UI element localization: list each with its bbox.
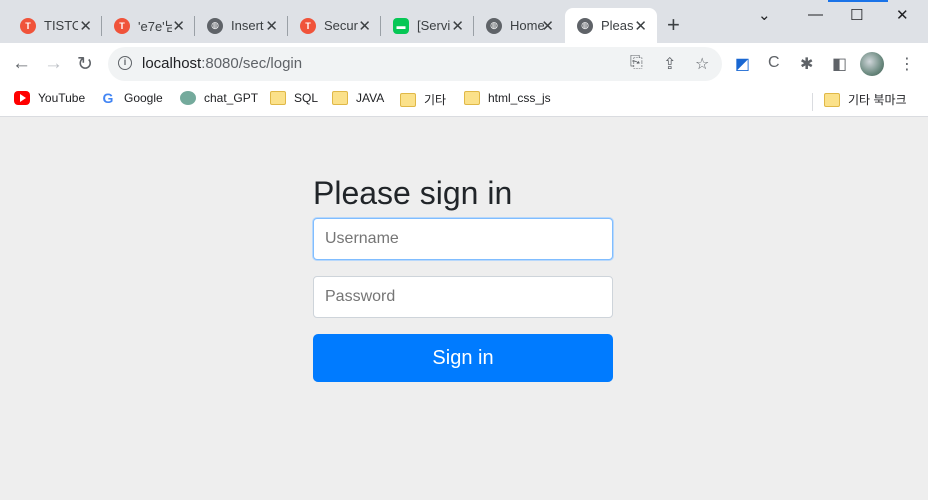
tab-2[interactable]: ◍ Insert ✕ — [195, 8, 288, 43]
tab-title: Insert — [231, 18, 264, 33]
bookmark-label: YouTube — [38, 91, 86, 105]
tab-title: Home — [510, 18, 544, 33]
bookmark-google[interactable]: G Google — [100, 91, 163, 105]
bookmark-label: chat_GPT — [204, 91, 259, 105]
tab-5[interactable]: ◍ Home ✕ — [474, 8, 564, 43]
page-content: Please sign in Sign in — [0, 118, 928, 500]
line-icon: ▬ — [393, 17, 409, 34]
tab-title: Securi — [324, 18, 358, 33]
star-icon[interactable]: ☆ — [695, 54, 709, 74]
close-icon[interactable]: ✕ — [541, 17, 554, 35]
tab-6-active[interactable]: ◍ Pleas ✕ — [565, 8, 657, 43]
tab-4[interactable]: ▬ [Servi ✕ — [381, 8, 474, 43]
youtube-icon — [14, 91, 30, 105]
globe-icon: ◍ — [486, 17, 502, 34]
close-icon[interactable]: ✕ — [265, 17, 278, 35]
tistory-icon: T — [300, 17, 316, 34]
globe-icon: ◍ — [207, 17, 223, 34]
folder-icon — [270, 91, 286, 105]
browser-toolbar: ← → ↻ i localhost:8080/sec/login ⎘ ⇪ ☆ ◩… — [0, 43, 928, 85]
menu-icon[interactable]: ⋮ — [899, 54, 915, 74]
tistory-icon: T — [114, 17, 130, 34]
extension-icon[interactable]: C — [768, 54, 780, 72]
bookmark-label: JAVA — [356, 91, 385, 105]
minimize-button[interactable]: — — [808, 6, 823, 23]
globe-icon: ◍ — [577, 17, 593, 34]
password-input[interactable] — [313, 276, 613, 318]
back-icon[interactable]: ← — [12, 53, 31, 75]
bookmark-sql[interactable]: SQL — [270, 91, 318, 105]
chevron-down-icon[interactable]: ⌄ — [758, 6, 771, 24]
window-close-button[interactable]: ✕ — [896, 6, 909, 24]
chatgpt-icon — [180, 91, 196, 105]
share-icon[interactable]: ⇪ — [663, 54, 676, 74]
bookmark-label: SQL — [294, 91, 319, 105]
site-info-icon[interactable]: i — [118, 56, 132, 70]
accent-line — [828, 0, 888, 2]
bookmark-label: html_css_js — [488, 91, 551, 105]
tab-0[interactable]: T TISTORY ✕ — [8, 8, 102, 43]
folder-icon — [464, 91, 480, 105]
bookmark-divider — [812, 93, 813, 111]
close-icon[interactable]: ✕ — [634, 17, 647, 35]
tab-3[interactable]: T Securi ✕ — [288, 8, 381, 43]
bookmark-youtube[interactable]: YouTube — [14, 91, 85, 105]
url-host: localhost — [142, 55, 202, 72]
puzzle-icon[interactable]: ✱ — [800, 54, 813, 74]
close-icon[interactable]: ✕ — [451, 17, 464, 35]
folder-icon — [824, 92, 840, 107]
bookmark-chatgpt[interactable]: chat_GPT — [180, 91, 258, 105]
close-icon[interactable]: ✕ — [172, 17, 185, 35]
bookmark-java[interactable]: JAVA — [332, 91, 384, 105]
sign-in-button[interactable]: Sign in — [313, 334, 613, 382]
bookmark-label: 기타 북마크 — [848, 93, 907, 107]
bookmark-label: Google — [124, 91, 163, 105]
tistory-icon: T — [20, 17, 36, 34]
side-panel-icon[interactable]: ◧ — [832, 54, 847, 74]
folder-icon — [400, 92, 416, 107]
tab-title: Pleas — [601, 18, 634, 33]
reload-icon[interactable]: ↻ — [77, 53, 93, 76]
close-icon[interactable]: ✕ — [358, 17, 371, 35]
close-icon[interactable]: ✕ — [79, 17, 92, 35]
tab-1[interactable]: T 'e7e'님 ✕ — [102, 8, 195, 43]
new-tab-button[interactable]: + — [667, 12, 680, 38]
url-text[interactable]: localhost:8080/sec/login — [142, 55, 302, 72]
forward-icon[interactable]: → — [44, 53, 63, 75]
bookmark-label: 기타 — [424, 93, 447, 107]
url-path: :8080/sec/login — [201, 55, 303, 72]
tab-strip: T TISTORY ✕ T 'e7e'님 ✕ ◍ Insert ✕ T Secu… — [0, 0, 928, 43]
translate-icon[interactable]: ⎘ — [630, 54, 643, 72]
page-title: Please sign in — [313, 175, 513, 211]
maximize-button[interactable]: ☐ — [850, 6, 863, 24]
bookmark-html-css-js[interactable]: html_css_js — [464, 91, 551, 105]
bookmark-other[interactable]: 기타 북마크 — [824, 91, 907, 108]
extension-icon[interactable]: ◩ — [735, 54, 750, 74]
bookmarks-bar: YouTube G Google chat_GPT SQL JAVA 기타 ht… — [0, 85, 928, 117]
tab-title: TISTORY — [44, 18, 78, 33]
tab-title: 'e7e'님 — [138, 19, 172, 34]
tab-title: [Servi — [417, 18, 451, 33]
google-icon: G — [102, 90, 114, 106]
username-input[interactable] — [313, 218, 613, 260]
avatar[interactable] — [860, 52, 884, 76]
address-bar[interactable]: i localhost:8080/sec/login ⎘ ⇪ ☆ — [108, 47, 722, 81]
bookmark-etc[interactable]: 기타 — [400, 91, 446, 108]
folder-icon — [332, 91, 348, 105]
